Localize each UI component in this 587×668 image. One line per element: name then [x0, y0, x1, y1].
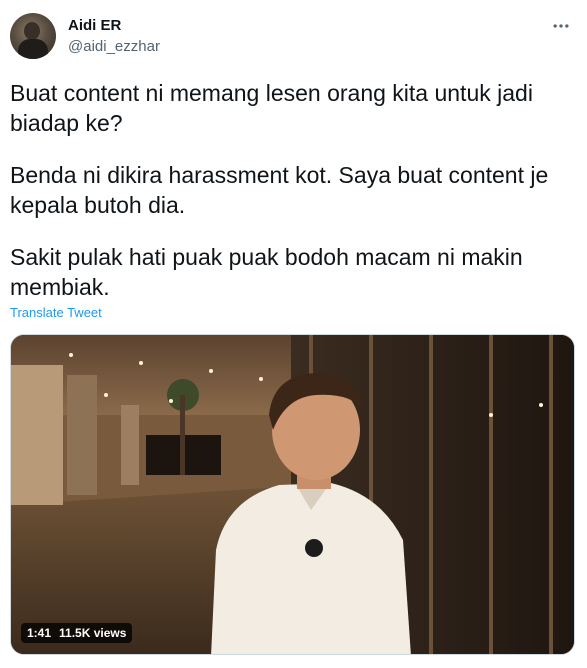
avatar[interactable] — [10, 13, 56, 59]
video-player[interactable]: 1:41 11.5K views — [10, 334, 575, 655]
avatar-head-shape — [24, 22, 40, 40]
translate-tweet-link[interactable]: Translate Tweet — [10, 305, 102, 320]
author-handle[interactable]: @aidi_ezzhar — [68, 38, 160, 56]
video-stats-badge: 1:41 11.5K views — [21, 623, 133, 643]
video-thumbnail — [11, 335, 574, 654]
author-display-name[interactable]: Aidi ER — [68, 17, 121, 35]
tweet-paragraph: Sakit pulak hati puak puak bodoh macam n… — [10, 244, 523, 300]
tweet: Aidi ER @aidi_ezzhar Buat content ni mem… — [0, 0, 587, 668]
tweet-paragraph: Buat content ni memang lesen orang kita … — [10, 80, 533, 136]
tweet-paragraph: Benda ni dikira harassment kot. Saya bua… — [10, 162, 549, 218]
more-horizontal-icon — [553, 24, 569, 28]
tweet-text: Buat content ni memang lesen orang kita … — [10, 78, 570, 302]
video-views: 11.5K views — [59, 626, 127, 640]
avatar-body-shape — [18, 39, 48, 59]
video-duration: 1:41 — [27, 626, 52, 640]
more-options-button[interactable] — [549, 14, 573, 38]
